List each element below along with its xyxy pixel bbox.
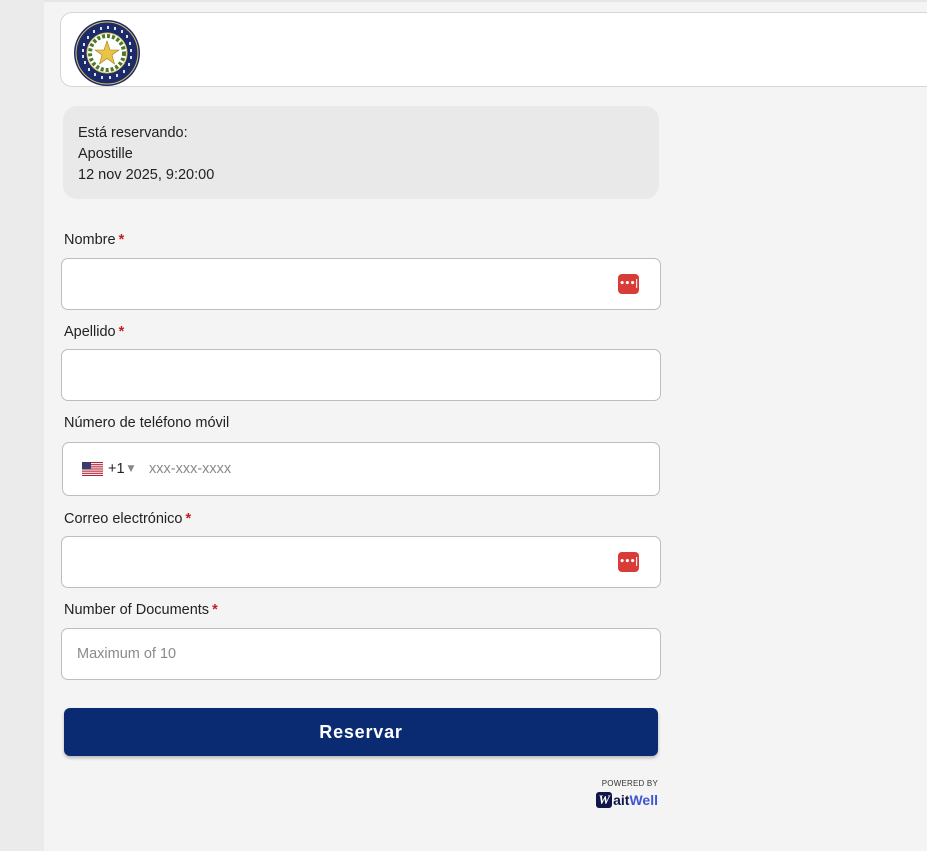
- powered-by-label: POWERED BY: [601, 779, 658, 788]
- email-label: Correo electrónico *: [64, 511, 191, 527]
- documents-label: Number of Documents *: [64, 602, 218, 618]
- country-code: +1: [108, 461, 125, 477]
- documents-input[interactable]: [62, 629, 660, 679]
- reserve-button[interactable]: Reservar: [64, 708, 658, 756]
- booking-service: Apostille: [78, 146, 133, 162]
- required-asterisk: *: [118, 232, 125, 248]
- booking-heading: Está reservando:: [78, 125, 188, 141]
- chevron-down-icon: ▼: [127, 464, 135, 474]
- first-name-field[interactable]: •••|: [61, 258, 661, 310]
- waitwell-logo[interactable]: Wait Well: [588, 792, 658, 808]
- booking-datetime: 12 nov 2025, 9:20:00: [78, 167, 215, 183]
- top-divider: [44, 0, 927, 2]
- phone-input[interactable]: [63, 443, 659, 495]
- left-gutter: [0, 0, 44, 851]
- header-card: [60, 12, 927, 87]
- email-input[interactable]: [62, 537, 660, 587]
- password-manager-icon[interactable]: •••|: [618, 274, 639, 294]
- documents-label-text: Number of Documents: [64, 602, 210, 618]
- last-name-field[interactable]: [61, 349, 661, 401]
- phone-label: Número de teléfono móvil: [64, 415, 229, 431]
- powered-by-waitwell[interactable]: POWERED BY Wait Well: [588, 779, 658, 808]
- last-name-label-text: Apellido: [64, 324, 116, 340]
- waitwell-brand-well: Well: [629, 792, 658, 808]
- email-field[interactable]: •••|: [61, 536, 661, 588]
- first-name-label: Nombre *: [64, 232, 124, 248]
- first-name-label-text: Nombre: [64, 232, 116, 248]
- waitwell-brand-ait: ait: [613, 792, 630, 808]
- documents-field[interactable]: [61, 628, 661, 680]
- first-name-input[interactable]: [62, 259, 660, 309]
- phone-label-text: Número de teléfono móvil: [64, 415, 230, 431]
- last-name-input[interactable]: [62, 350, 660, 400]
- phone-field[interactable]: +1 ▼: [62, 442, 660, 496]
- required-asterisk: *: [212, 602, 218, 618]
- email-label-text: Correo electrónico: [64, 511, 183, 527]
- last-name-label: Apellido *: [64, 324, 124, 340]
- texas-secretary-of-state-seal-logo: [74, 20, 140, 86]
- country-code-select[interactable]: +1 ▼: [82, 460, 134, 478]
- required-asterisk: *: [185, 511, 192, 527]
- us-flag-icon: [82, 462, 103, 476]
- required-asterisk: *: [118, 324, 125, 340]
- password-manager-icon[interactable]: •••|: [618, 552, 639, 572]
- booking-summary: Está reservando: Apostille 12 nov 2025, …: [63, 106, 659, 199]
- waitwell-logo-icon: W: [596, 792, 613, 808]
